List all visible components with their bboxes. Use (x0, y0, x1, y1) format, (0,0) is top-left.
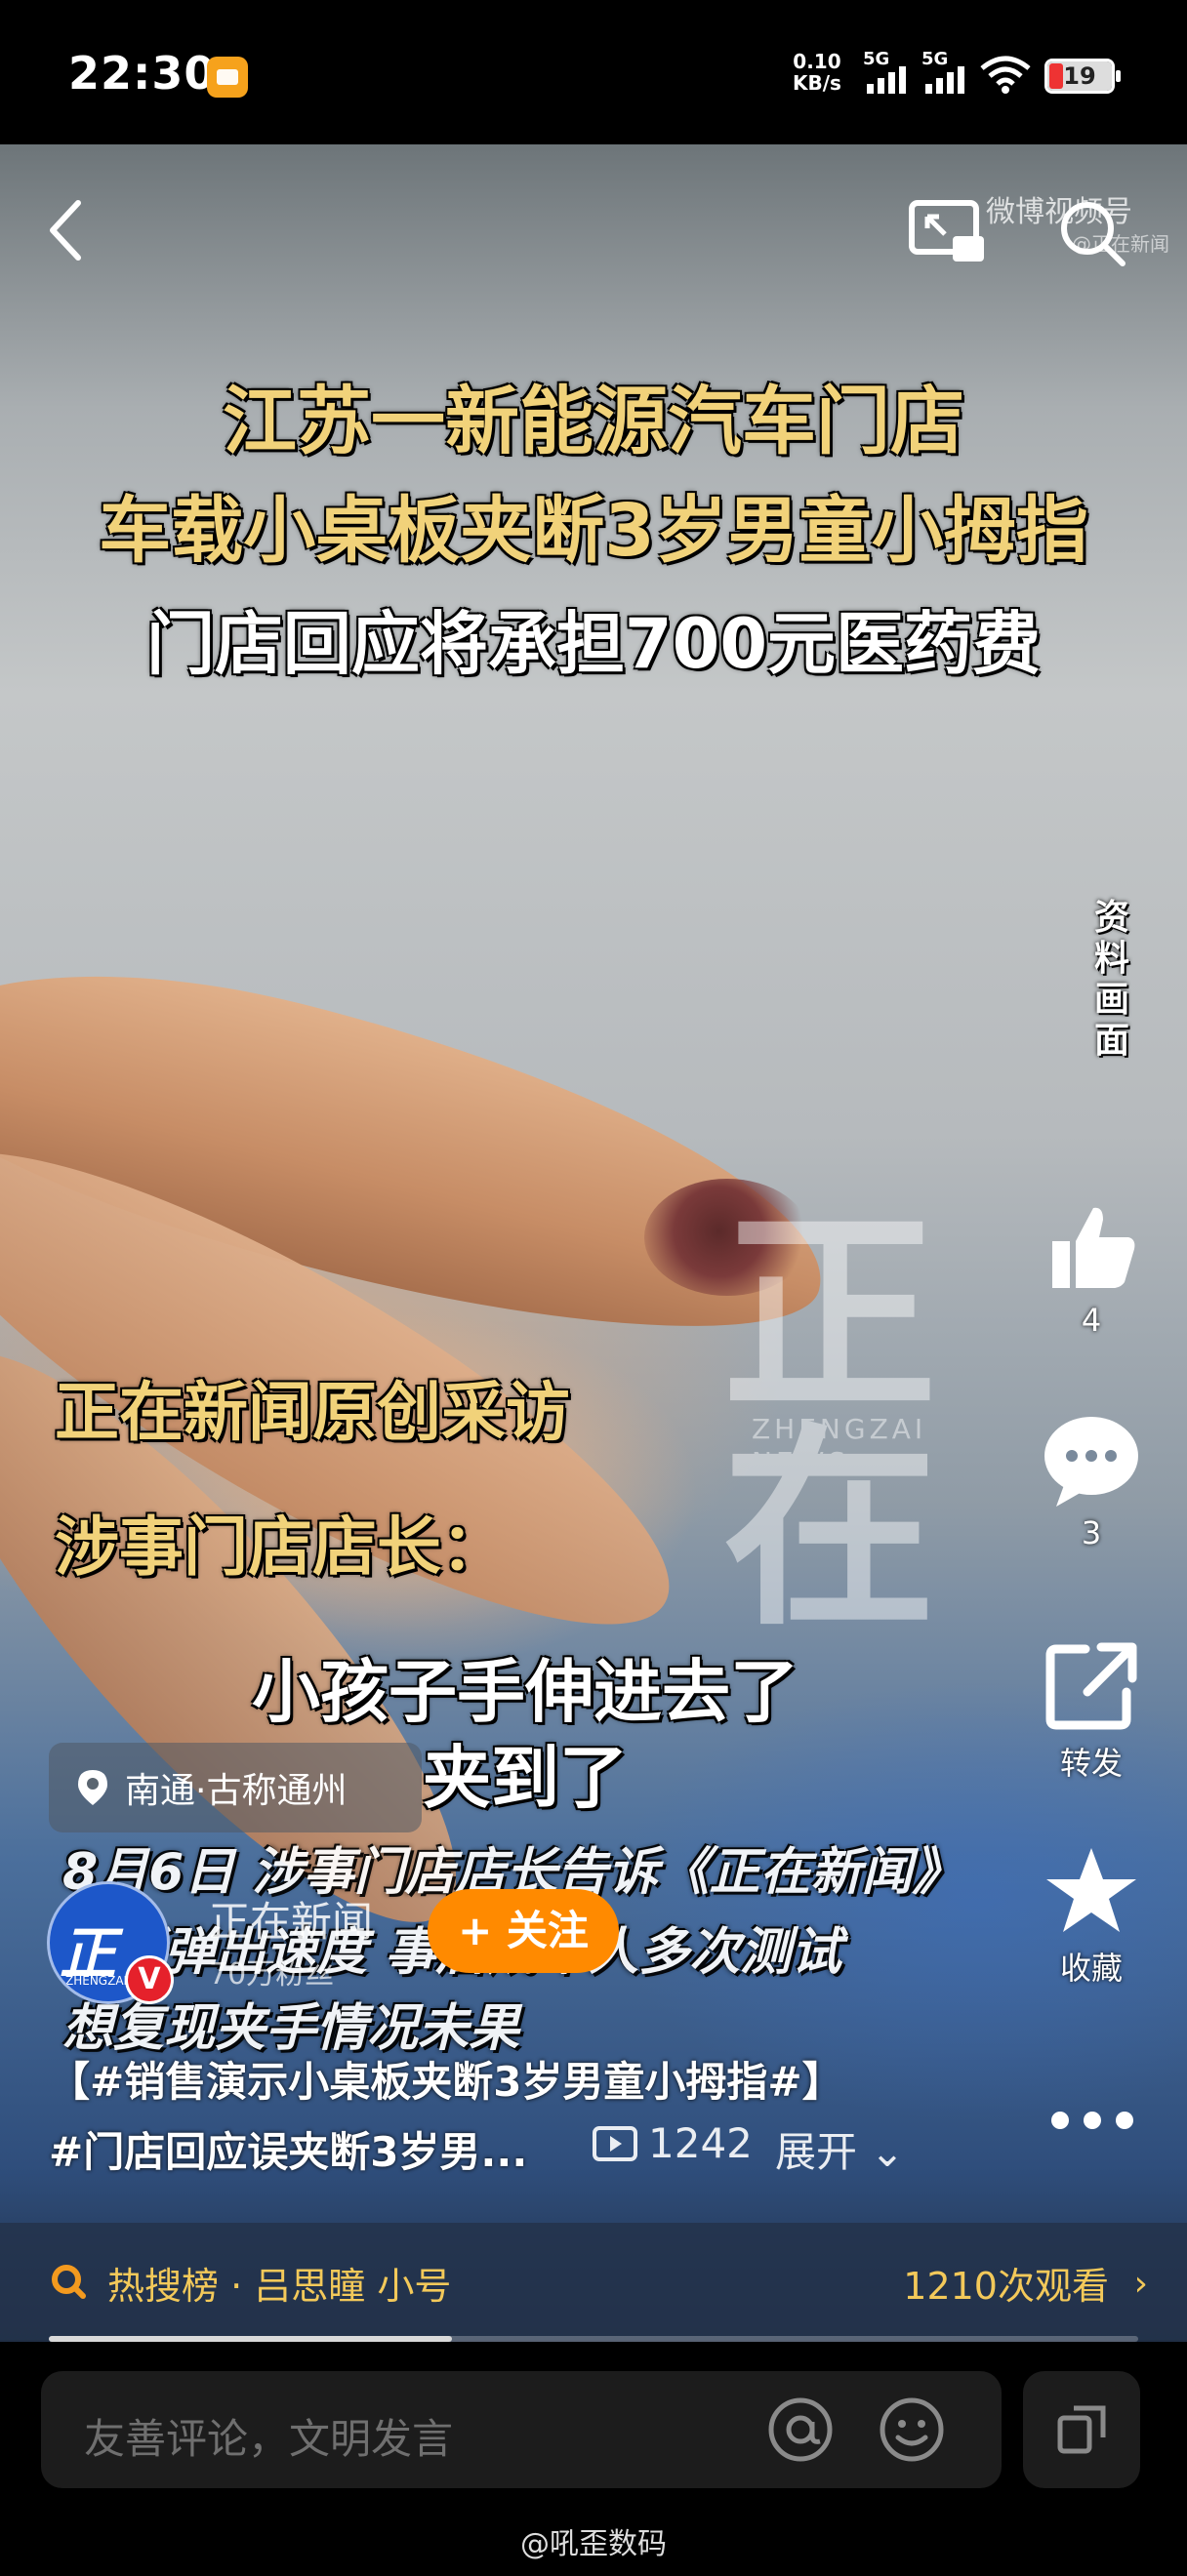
favorite-label: 收藏 (1059, 1950, 1123, 1987)
net-speed-unit: KB/s (793, 71, 841, 95)
wifi-icon (980, 56, 1031, 94)
top-nav: 微博视频号 @正在新闻 (0, 144, 1187, 340)
post-text-line-2[interactable]: #门店回应误夹断3岁男... (49, 2119, 527, 2179)
headline-line-3: 门店回应将承担700元医药费 (145, 604, 1042, 684)
like-button[interactable]: 4 (1037, 1198, 1146, 1339)
quote-line-1: 小孩子手伸进去了 (252, 1652, 798, 1732)
favorite-button[interactable]: 收藏 (1037, 1844, 1146, 1989)
interview-title: 正在新闻原创采访 (55, 1375, 570, 1450)
like-count: 4 (1081, 1302, 1102, 1339)
archive-footage-tag: 资料画面 (1093, 898, 1129, 1061)
image-credit: @吼歪数码 (520, 2527, 667, 2561)
watermark-sub-2: NEWS (752, 1446, 850, 1478)
headline-line-2: 车载小桌板夹断3岁男童小拇指 (99, 489, 1088, 573)
comment-button[interactable]: 3 (1037, 1411, 1146, 1551)
interview-speaker: 涉事门店店长： (55, 1509, 506, 1585)
thumbs-up-icon (1052, 1207, 1135, 1288)
verified-badge-icon: V (125, 1955, 174, 2004)
back-icon[interactable] (43, 195, 90, 265)
battery-level: 19 (1063, 62, 1096, 90)
play-count-value: 1242 (648, 2119, 753, 2167)
watermark-sub: ZHENGZAI NEWS (752, 1413, 926, 1479)
mention-icon[interactable] (765, 2395, 836, 2465)
search-icon[interactable] (1056, 197, 1128, 269)
headline-line-1: 江苏一新能源汽车门店 (223, 378, 964, 464)
star-icon (1046, 1848, 1136, 1932)
status-bar: 22:30 0.10 KB/s 5G 5G 19 (0, 0, 1187, 144)
location-text: 南通·古称通州 (125, 1771, 348, 1811)
hot-search-bar[interactable]: 热搜榜 · 吕思瞳 小号 1210次观看 › (0, 2223, 1187, 2340)
fullscreen-icon (1057, 2405, 1106, 2454)
author-name[interactable]: 正在新闻 (209, 1889, 373, 1949)
hot-search-label: 热搜榜 · 吕思瞳 小号 (107, 2265, 452, 2308)
emoji-icon[interactable] (877, 2395, 947, 2465)
status-time: 22:30 (68, 47, 217, 100)
follow-button[interactable]: + 关注 (428, 1889, 619, 1973)
play-count-icon (593, 2125, 637, 2161)
location-pin-icon (78, 1770, 107, 1805)
comment-placeholder: 友善评论，文明发言 (84, 2415, 454, 2463)
signal-5g-icon: 5G (863, 49, 916, 94)
net-speed-value: 0.10 (793, 50, 841, 73)
bottom-bar: 友善评论，文明发言 @吼歪数码 (0, 2342, 1187, 2576)
fullscreen-button[interactable] (1023, 2371, 1140, 2488)
more-options-icon[interactable] (1048, 2106, 1136, 2135)
chevron-down-icon: ⌄ (870, 2128, 905, 2176)
picture-in-picture-icon[interactable] (908, 197, 988, 265)
share-label: 转发 (1059, 1745, 1123, 1782)
watermark-sub-1: ZHENGZAI (752, 1413, 927, 1445)
expand-label: 展开 (775, 2128, 858, 2176)
post-text-line-1[interactable]: 【#销售演示小桌板夹断3岁男童小拇指#】 (49, 2049, 843, 2109)
chevron-right-icon: › (1133, 2264, 1148, 2304)
author-fans: 70万粉丝 (209, 1957, 335, 1992)
location-tag[interactable]: 南通·古称通州 (49, 1743, 422, 1832)
play-count: 1242 (592, 2119, 753, 2167)
battery-icon: 19 (1044, 59, 1121, 94)
network-speed: 0.10 KB/s (793, 51, 841, 94)
comment-input[interactable]: 友善评论，文明发言 (41, 2371, 1002, 2488)
app-notification-icon (207, 57, 248, 98)
video-player[interactable]: 微博视频号 @正在新闻 江苏一新能源汽车门店 车载小桌板夹断3岁男童小拇指 门店… (0, 144, 1187, 2342)
comment-bubble-icon (1044, 1417, 1138, 1507)
signal-5g-icon-2: 5G (921, 49, 974, 94)
hot-search-views: 1210次观看 (903, 2265, 1109, 2308)
share-icon (1045, 1642, 1137, 1730)
share-button[interactable]: 转发 (1037, 1639, 1146, 1784)
hot-search-icon (52, 2265, 86, 2299)
comment-count: 3 (1081, 1514, 1102, 1551)
expand-button[interactable]: 展开 ⌄ (775, 2119, 905, 2179)
